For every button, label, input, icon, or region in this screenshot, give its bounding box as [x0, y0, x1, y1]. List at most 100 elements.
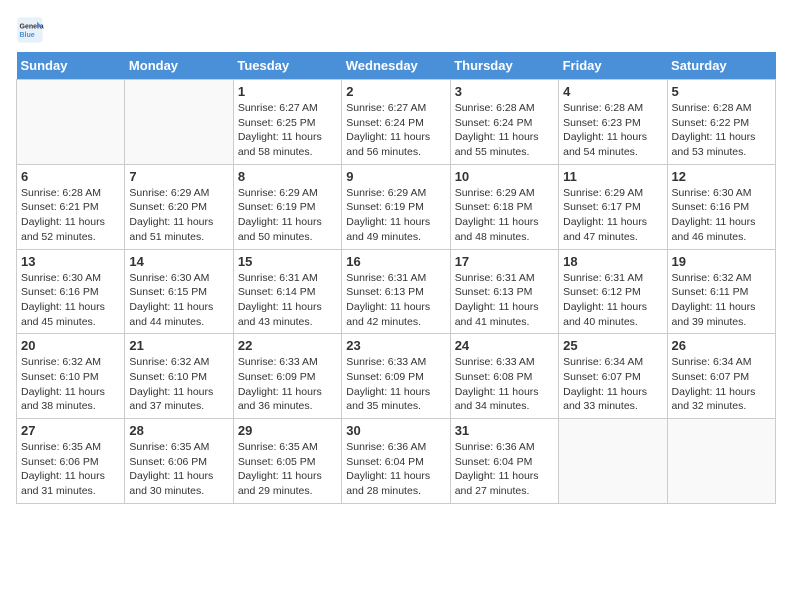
day-number: 14 — [129, 254, 228, 269]
day-info: Sunrise: 6:27 AMSunset: 6:25 PMDaylight:… — [238, 101, 337, 160]
day-info: Sunrise: 6:28 AMSunset: 6:22 PMDaylight:… — [672, 101, 771, 160]
calendar-cell: 12 Sunrise: 6:30 AMSunset: 6:16 PMDaylig… — [667, 164, 775, 249]
day-info: Sunrise: 6:29 AMSunset: 6:19 PMDaylight:… — [238, 186, 337, 245]
header-friday: Friday — [559, 52, 667, 80]
day-info: Sunrise: 6:33 AMSunset: 6:09 PMDaylight:… — [238, 355, 337, 414]
day-info: Sunrise: 6:34 AMSunset: 6:07 PMDaylight:… — [672, 355, 771, 414]
day-info: Sunrise: 6:32 AMSunset: 6:10 PMDaylight:… — [129, 355, 228, 414]
day-number: 5 — [672, 84, 771, 99]
calendar-cell: 28 Sunrise: 6:35 AMSunset: 6:06 PMDaylig… — [125, 419, 233, 504]
day-info: Sunrise: 6:35 AMSunset: 6:05 PMDaylight:… — [238, 440, 337, 499]
day-number: 9 — [346, 169, 445, 184]
day-info: Sunrise: 6:28 AMSunset: 6:21 PMDaylight:… — [21, 186, 120, 245]
calendar-cell — [125, 80, 233, 165]
calendar-cell — [17, 80, 125, 165]
day-number: 1 — [238, 84, 337, 99]
day-number: 11 — [563, 169, 662, 184]
day-info: Sunrise: 6:31 AMSunset: 6:13 PMDaylight:… — [455, 271, 554, 330]
day-info: Sunrise: 6:31 AMSunset: 6:13 PMDaylight:… — [346, 271, 445, 330]
calendar-cell: 25 Sunrise: 6:34 AMSunset: 6:07 PMDaylig… — [559, 334, 667, 419]
day-number: 26 — [672, 338, 771, 353]
day-number: 25 — [563, 338, 662, 353]
calendar-cell: 11 Sunrise: 6:29 AMSunset: 6:17 PMDaylig… — [559, 164, 667, 249]
day-info: Sunrise: 6:31 AMSunset: 6:12 PMDaylight:… — [563, 271, 662, 330]
day-info: Sunrise: 6:35 AMSunset: 6:06 PMDaylight:… — [21, 440, 120, 499]
day-info: Sunrise: 6:28 AMSunset: 6:23 PMDaylight:… — [563, 101, 662, 160]
calendar-cell: 14 Sunrise: 6:30 AMSunset: 6:15 PMDaylig… — [125, 249, 233, 334]
calendar-cell: 5 Sunrise: 6:28 AMSunset: 6:22 PMDayligh… — [667, 80, 775, 165]
day-info: Sunrise: 6:29 AMSunset: 6:19 PMDaylight:… — [346, 186, 445, 245]
calendar-cell: 20 Sunrise: 6:32 AMSunset: 6:10 PMDaylig… — [17, 334, 125, 419]
calendar-cell: 10 Sunrise: 6:29 AMSunset: 6:18 PMDaylig… — [450, 164, 558, 249]
day-number: 2 — [346, 84, 445, 99]
calendar-cell: 24 Sunrise: 6:33 AMSunset: 6:08 PMDaylig… — [450, 334, 558, 419]
calendar-cell: 8 Sunrise: 6:29 AMSunset: 6:19 PMDayligh… — [233, 164, 341, 249]
day-info: Sunrise: 6:30 AMSunset: 6:16 PMDaylight:… — [672, 186, 771, 245]
svg-text:Blue: Blue — [20, 32, 35, 39]
calendar-cell: 18 Sunrise: 6:31 AMSunset: 6:12 PMDaylig… — [559, 249, 667, 334]
calendar-cell: 17 Sunrise: 6:31 AMSunset: 6:13 PMDaylig… — [450, 249, 558, 334]
day-info: Sunrise: 6:33 AMSunset: 6:08 PMDaylight:… — [455, 355, 554, 414]
day-info: Sunrise: 6:28 AMSunset: 6:24 PMDaylight:… — [455, 101, 554, 160]
day-info: Sunrise: 6:32 AMSunset: 6:10 PMDaylight:… — [21, 355, 120, 414]
calendar-week-2: 6 Sunrise: 6:28 AMSunset: 6:21 PMDayligh… — [17, 164, 776, 249]
calendar-week-1: 1 Sunrise: 6:27 AMSunset: 6:25 PMDayligh… — [17, 80, 776, 165]
day-info: Sunrise: 6:30 AMSunset: 6:15 PMDaylight:… — [129, 271, 228, 330]
calendar-week-3: 13 Sunrise: 6:30 AMSunset: 6:16 PMDaylig… — [17, 249, 776, 334]
day-number: 7 — [129, 169, 228, 184]
day-number: 30 — [346, 423, 445, 438]
logo: General Blue — [16, 16, 48, 44]
day-number: 21 — [129, 338, 228, 353]
day-info: Sunrise: 6:29 AMSunset: 6:18 PMDaylight:… — [455, 186, 554, 245]
calendar-cell: 4 Sunrise: 6:28 AMSunset: 6:23 PMDayligh… — [559, 80, 667, 165]
calendar-cell: 1 Sunrise: 6:27 AMSunset: 6:25 PMDayligh… — [233, 80, 341, 165]
calendar-cell: 7 Sunrise: 6:29 AMSunset: 6:20 PMDayligh… — [125, 164, 233, 249]
day-info: Sunrise: 6:27 AMSunset: 6:24 PMDaylight:… — [346, 101, 445, 160]
calendar-cell: 9 Sunrise: 6:29 AMSunset: 6:19 PMDayligh… — [342, 164, 450, 249]
day-number: 28 — [129, 423, 228, 438]
day-info: Sunrise: 6:29 AMSunset: 6:20 PMDaylight:… — [129, 186, 228, 245]
calendar-cell: 27 Sunrise: 6:35 AMSunset: 6:06 PMDaylig… — [17, 419, 125, 504]
day-info: Sunrise: 6:32 AMSunset: 6:11 PMDaylight:… — [672, 271, 771, 330]
day-number: 16 — [346, 254, 445, 269]
calendar-cell: 30 Sunrise: 6:36 AMSunset: 6:04 PMDaylig… — [342, 419, 450, 504]
calendar-cell: 26 Sunrise: 6:34 AMSunset: 6:07 PMDaylig… — [667, 334, 775, 419]
day-number: 24 — [455, 338, 554, 353]
day-number: 27 — [21, 423, 120, 438]
day-number: 18 — [563, 254, 662, 269]
calendar-cell: 15 Sunrise: 6:31 AMSunset: 6:14 PMDaylig… — [233, 249, 341, 334]
day-number: 23 — [346, 338, 445, 353]
logo-icon: General Blue — [16, 16, 44, 44]
day-info: Sunrise: 6:36 AMSunset: 6:04 PMDaylight:… — [455, 440, 554, 499]
day-number: 8 — [238, 169, 337, 184]
day-info: Sunrise: 6:30 AMSunset: 6:16 PMDaylight:… — [21, 271, 120, 330]
calendar-cell: 22 Sunrise: 6:33 AMSunset: 6:09 PMDaylig… — [233, 334, 341, 419]
calendar-cell: 31 Sunrise: 6:36 AMSunset: 6:04 PMDaylig… — [450, 419, 558, 504]
day-number: 4 — [563, 84, 662, 99]
day-info: Sunrise: 6:35 AMSunset: 6:06 PMDaylight:… — [129, 440, 228, 499]
header-monday: Monday — [125, 52, 233, 80]
calendar-cell: 6 Sunrise: 6:28 AMSunset: 6:21 PMDayligh… — [17, 164, 125, 249]
day-number: 12 — [672, 169, 771, 184]
calendar-cell: 19 Sunrise: 6:32 AMSunset: 6:11 PMDaylig… — [667, 249, 775, 334]
calendar-cell: 13 Sunrise: 6:30 AMSunset: 6:16 PMDaylig… — [17, 249, 125, 334]
header-tuesday: Tuesday — [233, 52, 341, 80]
calendar-cell: 23 Sunrise: 6:33 AMSunset: 6:09 PMDaylig… — [342, 334, 450, 419]
day-info: Sunrise: 6:31 AMSunset: 6:14 PMDaylight:… — [238, 271, 337, 330]
day-number: 20 — [21, 338, 120, 353]
day-number: 15 — [238, 254, 337, 269]
calendar-cell — [559, 419, 667, 504]
calendar-week-5: 27 Sunrise: 6:35 AMSunset: 6:06 PMDaylig… — [17, 419, 776, 504]
day-info: Sunrise: 6:33 AMSunset: 6:09 PMDaylight:… — [346, 355, 445, 414]
day-number: 6 — [21, 169, 120, 184]
page-header: General Blue — [16, 16, 776, 44]
calendar-cell — [667, 419, 775, 504]
day-number: 3 — [455, 84, 554, 99]
calendar-cell: 16 Sunrise: 6:31 AMSunset: 6:13 PMDaylig… — [342, 249, 450, 334]
day-info: Sunrise: 6:36 AMSunset: 6:04 PMDaylight:… — [346, 440, 445, 499]
day-number: 17 — [455, 254, 554, 269]
day-number: 10 — [455, 169, 554, 184]
calendar-week-4: 20 Sunrise: 6:32 AMSunset: 6:10 PMDaylig… — [17, 334, 776, 419]
header-sunday: Sunday — [17, 52, 125, 80]
day-number: 22 — [238, 338, 337, 353]
